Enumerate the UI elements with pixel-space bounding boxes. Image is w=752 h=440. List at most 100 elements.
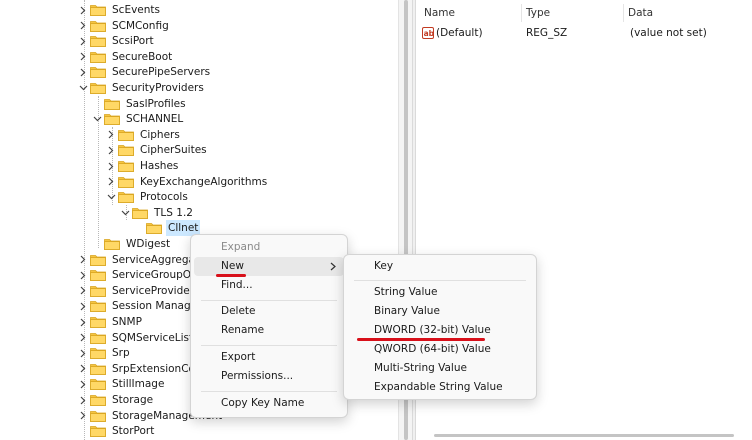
chevron-right-icon[interactable] <box>78 283 88 299</box>
chevron-right-icon[interactable] <box>78 361 88 377</box>
chevron-right-icon[interactable] <box>78 267 88 283</box>
chevron-right-icon[interactable] <box>78 392 88 408</box>
folder-icon <box>146 222 162 235</box>
chevron-down-icon[interactable] <box>120 205 130 221</box>
chevron-right-icon[interactable] <box>78 33 88 49</box>
folder-icon <box>90 4 106 16</box>
folder-icon <box>90 285 106 297</box>
chevron-right-icon[interactable] <box>78 330 88 346</box>
tree-item[interactable]: Ciphers <box>106 127 182 143</box>
tree-item-label: SaslProfiles <box>126 97 186 110</box>
folder-icon <box>118 160 134 172</box>
chevron-right-icon[interactable] <box>106 142 116 158</box>
menu-item-permissions[interactable]: Permissions... <box>191 367 347 386</box>
folder-icon <box>90 300 106 313</box>
tree-item[interactable]: Session Manager <box>78 298 203 314</box>
chevron-right-icon[interactable] <box>78 376 88 392</box>
submenu-item-binary-value[interactable]: Binary Value <box>344 302 536 321</box>
menu-item-find[interactable]: Find... <box>191 276 347 295</box>
folder-icon <box>118 129 134 141</box>
tree-item[interactable]: ServiceProvider <box>78 283 196 299</box>
tree-item[interactable]: SrpExtensionConf <box>78 361 207 377</box>
tree-item-label: Storage <box>112 394 154 406</box>
menu-item-rename[interactable]: Rename <box>191 321 347 340</box>
values-horizontal-scrollbar[interactable] <box>420 432 748 438</box>
tree-item[interactable]: SCHANNEL <box>92 111 185 127</box>
chevron-right-icon[interactable] <box>78 408 88 424</box>
chevron-right-icon[interactable] <box>78 64 88 80</box>
menu-item-delete[interactable]: Delete <box>191 302 347 321</box>
tree-item[interactable]: ScsiPort <box>78 33 156 49</box>
tree-item-label: ScEvents <box>112 4 160 16</box>
chevron-right-icon[interactable] <box>106 174 116 190</box>
tree-item[interactable]: TLS 1.2 <box>120 205 195 221</box>
menu-item-expand[interactable]: Expand <box>191 238 347 257</box>
folder-icon <box>104 238 120 250</box>
tree-item-label: TLS 1.2 <box>154 206 193 219</box>
tree-item-label: KeyExchangeAlgorithms <box>140 175 268 188</box>
folder-open-icon <box>104 113 120 126</box>
tree-item[interactable]: SecurePipeServers <box>78 64 212 80</box>
chevron-down-icon[interactable] <box>78 80 88 96</box>
folder-open-icon <box>132 207 148 219</box>
tree-item[interactable]: WDigest <box>92 236 172 252</box>
tree-item[interactable]: ServiceAggregate <box>78 252 208 268</box>
tree-item[interactable]: Cllnet <box>134 220 201 237</box>
submenu-item-qword-value[interactable]: QWORD (64-bit) Value <box>344 340 536 359</box>
submenu-item-multi-string-value[interactable]: Multi-String Value <box>344 359 536 378</box>
column-header-name[interactable]: Name <box>420 4 520 22</box>
tree-item[interactable]: Srp <box>78 345 132 361</box>
tree-item[interactable]: SecurityProviders <box>78 80 206 96</box>
folder-icon <box>104 98 120 110</box>
chevron-right-icon[interactable] <box>78 314 88 330</box>
tree-item[interactable]: Protocols <box>106 189 190 205</box>
chevron-right-icon[interactable] <box>78 345 88 361</box>
column-header-type[interactable]: Type <box>522 4 622 22</box>
context-menu: Expand New Find... Delete Rename Export … <box>190 234 348 418</box>
tree-item-label: StillImage <box>112 378 165 391</box>
menu-item-copy-key-name[interactable]: Copy Key Name <box>191 394 347 413</box>
tree-item[interactable]: ScEvents <box>78 2 162 18</box>
folder-icon <box>90 347 106 360</box>
chevron-right-icon[interactable] <box>78 49 88 65</box>
column-header-data[interactable]: Data <box>624 4 744 22</box>
submenu-item-string-value[interactable]: String Value <box>344 283 536 302</box>
chevron-right-icon[interactable] <box>78 18 88 34</box>
tree-item[interactable]: CipherSuites <box>106 142 209 158</box>
chevron-right-icon <box>330 262 336 271</box>
tree-item-label: StorPort <box>112 425 155 438</box>
chevron-down-icon[interactable] <box>92 111 102 127</box>
folder-icon <box>90 51 106 63</box>
value-row-default[interactable]: ab (Default) REG_SZ (value not set) <box>416 24 752 42</box>
tree-item[interactable]: KeyExchangeAlgorithms <box>106 174 269 190</box>
chevron-right-icon[interactable] <box>78 2 88 18</box>
folder-icon <box>90 425 106 438</box>
chevron-right-icon[interactable] <box>78 298 88 314</box>
tree-item-label: SCHANNEL <box>126 113 184 126</box>
tree-item-label: SecurityProviders <box>112 82 204 94</box>
tree-item[interactable]: Hashes <box>106 158 180 174</box>
folder-icon <box>90 394 106 406</box>
tree-item[interactable]: StillImage <box>78 376 166 392</box>
folder-icon <box>90 316 106 328</box>
chevron-down-icon[interactable] <box>106 189 116 205</box>
tree-item[interactable]: StorPort <box>78 423 156 439</box>
tree-item-label: SecureBoot <box>112 50 173 63</box>
submenu-item-key[interactable]: Key <box>344 257 536 276</box>
menu-item-export[interactable]: Export <box>191 348 347 367</box>
submenu-item-expandable-string-value[interactable]: Expandable String Value <box>344 378 536 397</box>
menu-item-new-label: New <box>221 260 244 272</box>
tree-item[interactable]: SaslProfiles <box>92 96 188 112</box>
chevron-right-icon[interactable] <box>78 252 88 268</box>
tree-item-label: Hashes <box>140 160 179 172</box>
tree-item[interactable]: Storage <box>78 392 155 408</box>
tree-item[interactable]: SQMServiceList <box>78 330 195 346</box>
tree-item[interactable]: SCMConfig <box>78 18 171 34</box>
tree-item[interactable]: SNMP <box>78 314 144 330</box>
chevron-right-icon[interactable] <box>106 127 116 143</box>
folder-icon <box>90 35 106 48</box>
tree-item[interactable]: SecureBoot <box>78 49 174 65</box>
chevron-right-icon[interactable] <box>106 158 116 174</box>
scrollbar-thumb[interactable] <box>434 434 734 437</box>
